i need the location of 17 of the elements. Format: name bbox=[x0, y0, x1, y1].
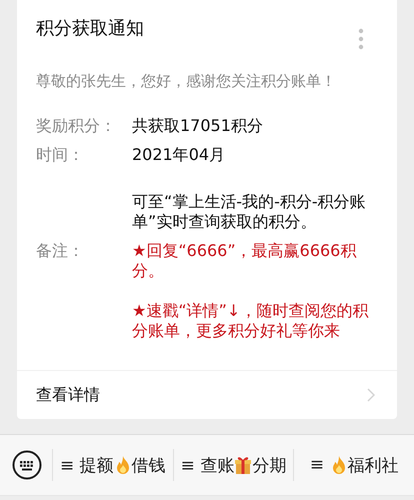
chevron-right-icon bbox=[367, 388, 375, 402]
greeting-text: 尊敬的张先生，您好，感谢您关注积分账单！ bbox=[35, 71, 337, 92]
field-value: 可至“掌上生活-我的-积分-积分账单”实时查询获取的积分。 bbox=[132, 192, 367, 232]
field-value: 2021年04月 bbox=[132, 145, 226, 165]
gift-icon bbox=[234, 455, 252, 475]
field-label: 奖励积分： bbox=[36, 116, 117, 136]
field-label: 备注： bbox=[36, 241, 85, 262]
menu-button[interactable]: ≡ 查账 分期 bbox=[172, 449, 294, 481]
field-value: 共获取17051积分 bbox=[132, 116, 264, 136]
field-label: 时间： bbox=[36, 145, 85, 165]
promo-text: ★速戳“详情”↓，随时查阅您的积分账单，更多积分好礼等你来 bbox=[132, 301, 370, 341]
keyboard-icon[interactable] bbox=[12, 450, 42, 480]
promo-text: ★回复“6666”，最高赢6666积分。 bbox=[132, 241, 358, 281]
menu-button[interactable]: ≡ 提额 借钱 bbox=[52, 449, 173, 481]
view-details-link[interactable]: 查看详情 bbox=[17, 370, 397, 419]
menu-button[interactable]: ≡ 福利社 bbox=[293, 449, 414, 481]
card-title: 积分获取通知 bbox=[36, 17, 144, 41]
